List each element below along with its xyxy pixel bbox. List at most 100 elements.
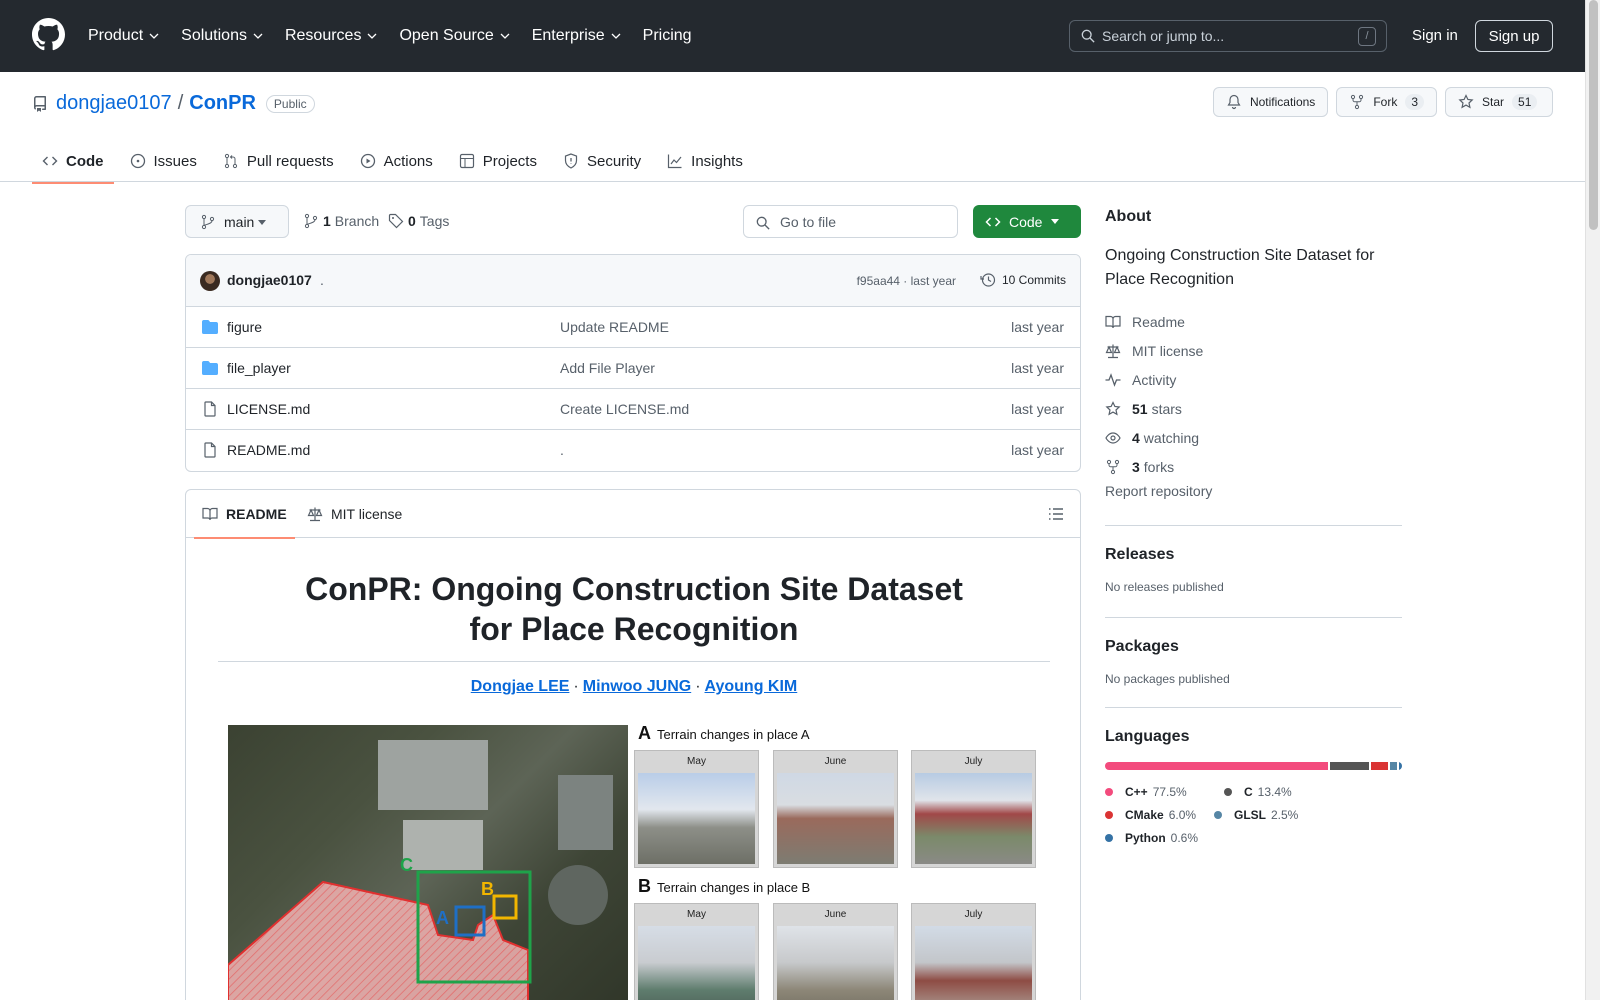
book-icon — [1105, 315, 1121, 328]
file-commit-message-link[interactable]: Create LICENSE.md — [560, 401, 689, 417]
tab-insights[interactable]: Insights — [657, 139, 753, 183]
github-logo-icon[interactable] — [32, 18, 65, 51]
tags-link[interactable]: 0 Tags — [388, 213, 449, 229]
language-list: C++ 77.5% C 13.4% CMake 6.0% GLSL 2.5% Python 0.6… — [1105, 780, 1402, 849]
tab-label: README — [226, 506, 287, 522]
readme-tabs: README MIT license — [186, 490, 1080, 539]
author-link[interactable]: Ayoung KIM — [705, 678, 798, 695]
branch-selector[interactable]: main — [185, 205, 289, 238]
file-name-link[interactable]: figure — [227, 319, 262, 335]
language-item[interactable]: GLSL 2.5% — [1214, 803, 1298, 826]
folder-icon — [202, 320, 218, 334]
about-link-forks[interactable]: 3 forks — [1105, 452, 1402, 481]
scrollbar-thumb[interactable] — [1589, 0, 1598, 230]
about-link-label: Readme — [1132, 313, 1185, 330]
go-to-file-placeholder: Go to file — [780, 213, 837, 230]
branches-link[interactable]: 1 Branch — [303, 213, 379, 229]
language-bar-segment — [1389, 762, 1397, 770]
author-link[interactable]: Minwoo JUNG — [583, 678, 691, 695]
about-link-label: MIT license — [1132, 342, 1204, 359]
nav-label: Pricing — [642, 27, 692, 44]
tab-label: MIT license — [331, 506, 403, 522]
panel-b-caption: Terrain changes in place B — [657, 880, 811, 895]
author-link[interactable]: Dongjae LEE — [471, 678, 570, 695]
list-outline-icon[interactable] — [1048, 506, 1064, 522]
fork-button[interactable]: Fork 3 — [1336, 87, 1437, 117]
tab-actions[interactable]: Actions — [350, 139, 443, 183]
star-button[interactable]: Star 51 — [1445, 87, 1553, 117]
bell-icon — [1227, 94, 1241, 110]
global-search-input[interactable]: Search or jump to... / — [1069, 20, 1387, 52]
commit-author-link[interactable]: dongjae0107 — [227, 272, 312, 288]
sign-up-button[interactable]: Sign up — [1475, 20, 1553, 52]
repo-path-separator: / — [177, 92, 184, 114]
about-link-activity[interactable]: Activity — [1105, 365, 1402, 394]
repo-owner-link[interactable]: dongjae0107 — [56, 92, 172, 115]
tab-license[interactable]: MIT license — [307, 490, 402, 538]
language-item[interactable]: Python 0.6% — [1105, 826, 1198, 849]
panel-b-letter: B — [638, 876, 651, 896]
file-navigation: main 1 Branch 0 Tags Go to file Code — [185, 205, 1081, 238]
tab-projects[interactable]: Projects — [449, 139, 547, 183]
language-item[interactable]: C++ 77.5% — [1105, 780, 1208, 803]
photo-month: May — [687, 909, 706, 920]
tab-readme[interactable]: README — [194, 490, 295, 539]
law-icon — [1105, 344, 1121, 358]
readme-figure: A B C A Terrain changes in place A May J… — [228, 723, 1040, 1000]
commits-history-link[interactable]: 10 Commits — [980, 272, 1066, 288]
report-repository-link[interactable]: Report repository — [1105, 483, 1402, 511]
packages-heading[interactable]: Packages — [1105, 638, 1402, 656]
avatar[interactable] — [200, 271, 220, 291]
fork-icon — [1106, 459, 1120, 474]
photo-month: June — [824, 909, 847, 920]
tab-security[interactable]: Security — [553, 139, 651, 183]
file-type-icon — [202, 442, 218, 461]
about-link-stars[interactable]: 51 stars — [1105, 394, 1402, 423]
notifications-button[interactable]: Notifications — [1212, 87, 1329, 117]
about-link-watching[interactable]: 4 watching — [1105, 423, 1402, 452]
nav-pricing[interactable]: Pricing — [643, 27, 692, 45]
nav-solutions[interactable]: Solutions — [181, 27, 263, 45]
nav-enterprise[interactable]: Enterprise — [532, 27, 621, 45]
global-nav: Product Solutions Resources Open Source … — [88, 0, 714, 72]
file-row[interactable]: file_player Add File Player last year — [186, 348, 1080, 389]
about-link-mit-license[interactable]: MIT license — [1105, 336, 1402, 365]
tab-issues[interactable]: Issues — [120, 139, 207, 183]
commit-sha-link[interactable]: f95aa44 · last year — [857, 274, 956, 288]
star-label: Star — [1482, 95, 1505, 109]
nav-open-source[interactable]: Open Source — [399, 27, 510, 45]
file-name-link[interactable]: file_player — [227, 360, 291, 376]
language-item[interactable]: CMake 6.0% — [1105, 803, 1198, 826]
language-percent: 0.6% — [1170, 830, 1199, 845]
code-dropdown-button[interactable]: Code — [973, 205, 1081, 238]
sign-in-link[interactable]: Sign in — [1412, 27, 1458, 44]
about-links: Readme MIT license Activity 51 stars 4 watchin… — [1105, 307, 1402, 481]
issue-icon — [130, 153, 145, 169]
language-item[interactable]: C 13.4% — [1224, 780, 1292, 803]
file-name-link[interactable]: LICENSE.md — [227, 401, 310, 417]
releases-heading[interactable]: Releases — [1105, 546, 1402, 564]
file-row[interactable]: figure Update README last year — [186, 307, 1080, 348]
panel-a-caption: Terrain changes in place A — [657, 727, 810, 742]
go-to-file-input[interactable]: Go to file — [743, 205, 958, 238]
play-icon — [360, 153, 375, 169]
tab-code[interactable]: Code — [32, 139, 114, 184]
file-name-link[interactable]: README.md — [227, 442, 310, 458]
page-scrollbar[interactable] — [1585, 0, 1600, 1000]
file-commit-message-link[interactable]: Update README — [560, 319, 669, 335]
about-link-readme[interactable]: Readme — [1105, 307, 1402, 336]
file-row[interactable]: README.md. last year — [186, 430, 1080, 471]
file-commit-message-link[interactable]: . — [560, 442, 564, 458]
nav-resources[interactable]: Resources — [285, 27, 377, 45]
nav-product[interactable]: Product — [88, 27, 159, 45]
branch-label: Branch — [334, 213, 380, 229]
file-row[interactable]: LICENSE.md Create LICENSE.md last year — [186, 389, 1080, 430]
repo-name-link[interactable]: ConPR — [189, 92, 256, 115]
file-commit-message-link[interactable]: Add File Player — [560, 360, 655, 376]
file-type-icon — [202, 319, 218, 338]
language-name: Python — [1125, 830, 1166, 845]
file-commit-time: last year — [1011, 401, 1064, 417]
language-percent: 6.0% — [1168, 807, 1197, 822]
tab-pull-requests[interactable]: Pull requests — [213, 139, 344, 183]
commit-message-link[interactable]: . — [320, 272, 324, 288]
